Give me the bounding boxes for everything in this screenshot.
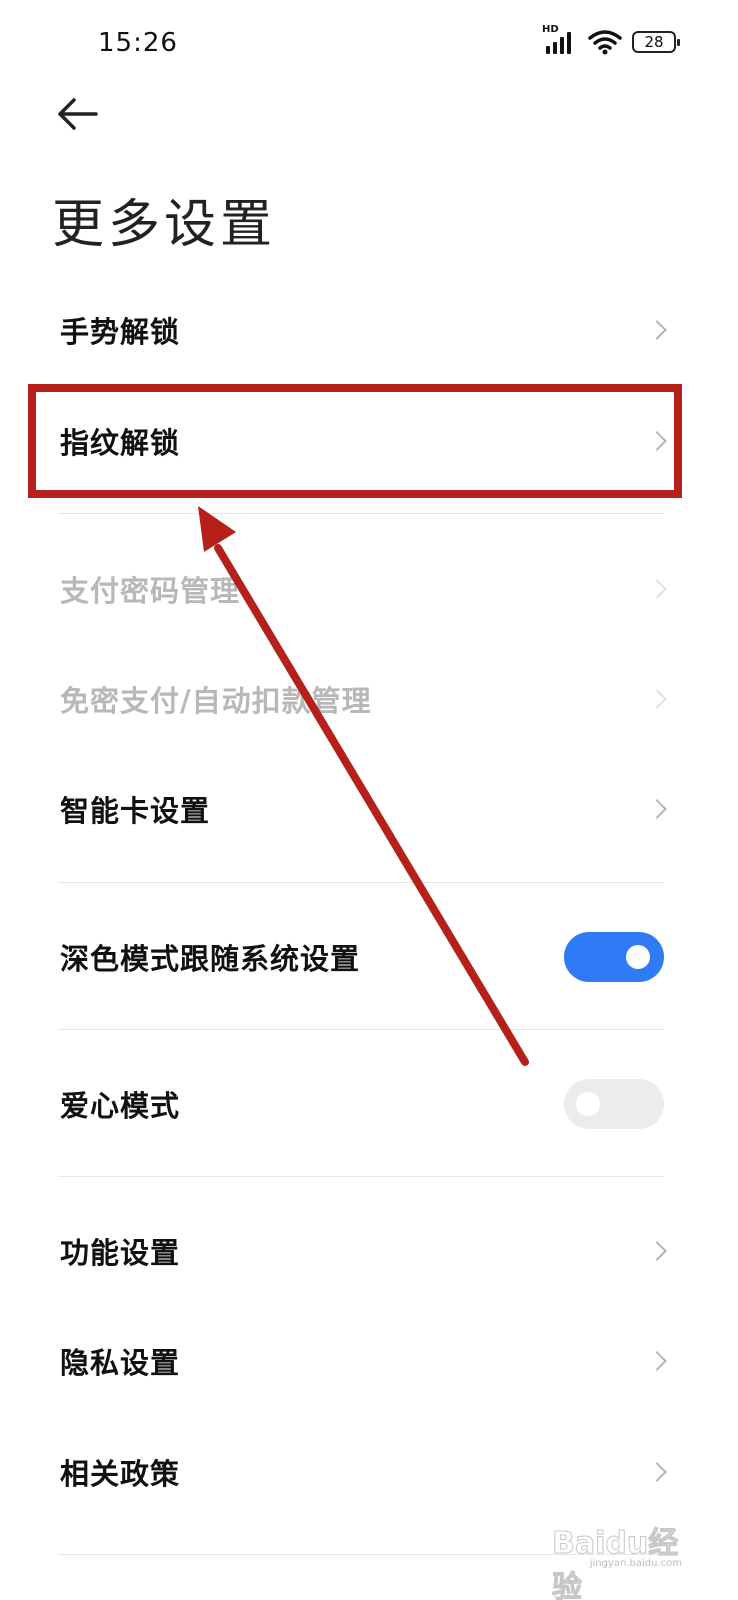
settings-item-smart-card[interactable]: 智能卡设置: [0, 754, 738, 864]
chevron-right-icon: [647, 799, 667, 819]
love-mode-toggle[interactable]: [564, 1079, 664, 1129]
divider: [58, 1029, 664, 1030]
chevron-right-icon: [647, 1462, 667, 1482]
settings-item-label: 支付密码管理: [60, 574, 241, 608]
status-icons: HD 28: [542, 24, 680, 56]
settings-item-label: 免密支付/自动扣款管理: [60, 684, 372, 718]
settings-item-privacy-settings[interactable]: 隐私设置: [0, 1306, 738, 1416]
annotation-highlight-box: [28, 384, 682, 498]
watermark-url: jingyan.baidu.com: [589, 1558, 682, 1569]
chevron-right-icon: [647, 689, 667, 709]
settings-item-label: 手势解锁: [60, 315, 181, 349]
status-time: 15:26: [98, 28, 178, 58]
settings-item-label: 爱心模式: [60, 1089, 181, 1123]
network-type-label: HD: [542, 24, 559, 35]
settings-item-feature-settings[interactable]: 功能设置: [0, 1196, 738, 1306]
back-arrow-icon[interactable]: [54, 96, 100, 132]
chevron-right-icon: [647, 320, 667, 340]
battery-icon: 28: [632, 31, 680, 53]
chevron-right-icon: [647, 1351, 667, 1371]
settings-item-dark-mode-follow: 深色模式跟随系统设置: [0, 902, 738, 1012]
divider: [58, 1176, 664, 1177]
toggle-knob: [576, 1092, 600, 1116]
signal-icon: HD: [542, 24, 578, 56]
chevron-right-icon: [647, 1241, 667, 1261]
dark-mode-follow-toggle[interactable]: [564, 932, 664, 982]
settings-item-label: 相关政策: [60, 1457, 181, 1491]
divider: [58, 513, 664, 514]
settings-item-gesture-unlock[interactable]: 手势解锁: [0, 275, 738, 385]
settings-item-love-mode: 爱心模式: [0, 1049, 738, 1159]
wifi-icon: [588, 30, 622, 55]
page-title: 更多设置: [52, 195, 277, 255]
settings-item-label: 深色模式跟随系统设置: [60, 942, 361, 976]
divider: [58, 882, 664, 883]
settings-item-password-free-payment[interactable]: 免密支付/自动扣款管理: [0, 644, 738, 754]
settings-item-label: 功能设置: [60, 1236, 181, 1270]
settings-item-payment-password[interactable]: 支付密码管理: [0, 534, 738, 644]
chevron-right-icon: [647, 579, 667, 599]
settings-item-label: 隐私设置: [60, 1346, 181, 1380]
baidu-watermark: Baidu经验 jingyan.baidu.com: [552, 1508, 683, 1600]
settings-item-label: 智能卡设置: [60, 794, 211, 828]
status-bar: 15:26 HD 28: [0, 0, 738, 90]
toggle-knob: [626, 945, 650, 969]
